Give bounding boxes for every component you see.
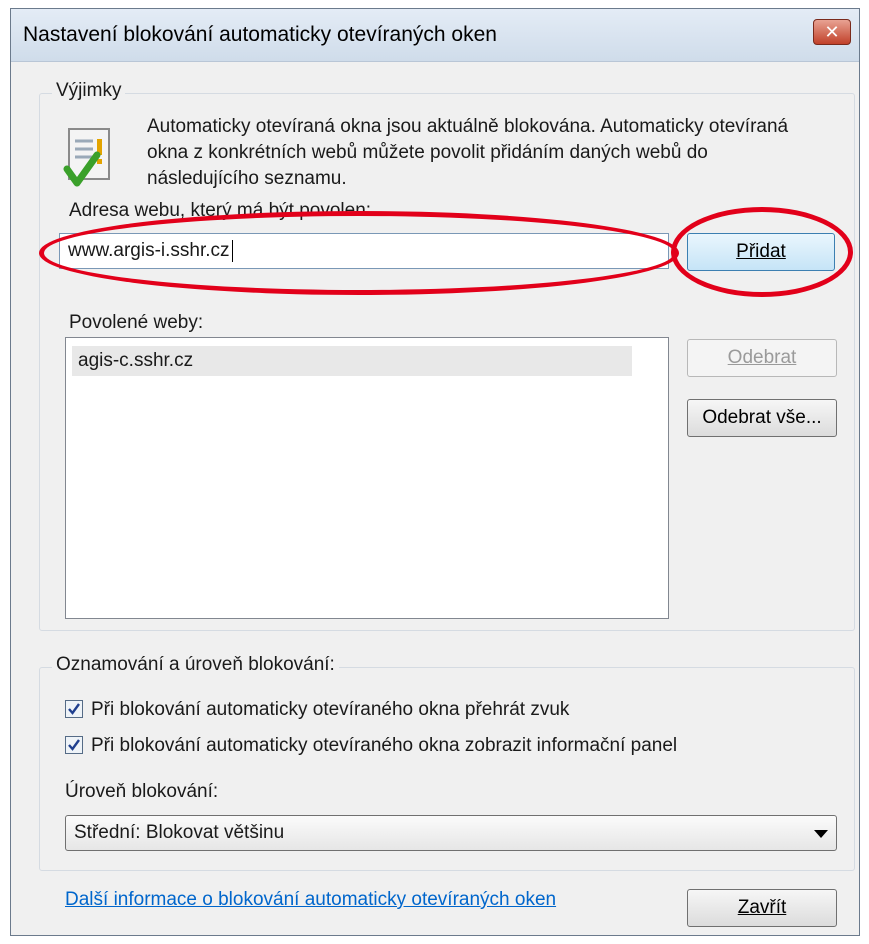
address-input[interactable]: www.argis-i.sshr.cz xyxy=(59,233,669,269)
blocking-level-value: Střední: Blokovat většinu xyxy=(74,822,285,843)
text-caret xyxy=(231,240,233,262)
dropdown-arrow-icon xyxy=(814,830,828,838)
close-dialog-button[interactable]: Zavřít xyxy=(687,889,837,927)
address-label: Adresa webu, který má být povolen: xyxy=(69,200,372,221)
close-window-button[interactable]: ✕ xyxy=(813,19,851,45)
exceptions-legend: Výjimky xyxy=(52,80,126,102)
infobar-checkbox-label: Při blokování automaticky otevíraného ok… xyxy=(91,735,678,756)
checkmark-icon xyxy=(68,739,80,751)
allowed-sites-label: Povolené weby: xyxy=(69,312,204,333)
blocking-level-select[interactable]: Střední: Blokovat většinu xyxy=(65,815,837,851)
allowed-sites-list[interactable]: agis-c.sshr.cz xyxy=(65,337,669,619)
info-text: Automaticky otevíraná okna jsou aktuálně… xyxy=(147,116,789,189)
list-item[interactable]: agis-c.sshr.cz xyxy=(72,346,632,376)
blocking-level-label: Úroveň blokování: xyxy=(65,781,219,802)
add-button-label: Přidat xyxy=(736,241,786,262)
warning-document-icon xyxy=(63,125,117,191)
sound-checkbox-row[interactable]: Při blokování automaticky otevíraného ok… xyxy=(65,699,569,721)
title-bar: Nastavení blokování automaticky otevíran… xyxy=(11,9,859,62)
sound-checkbox[interactable] xyxy=(65,700,83,718)
sound-checkbox-label: Při blokování automaticky otevíraného ok… xyxy=(91,699,570,720)
infobar-checkbox[interactable] xyxy=(65,736,83,754)
dialog-title: Nastavení blokování automaticky otevíran… xyxy=(23,23,497,46)
notifications-legend: Oznamování a úroveň blokování: xyxy=(52,654,339,676)
close-dialog-button-label: Zavřít xyxy=(737,897,787,918)
add-button[interactable]: Přidat xyxy=(687,233,835,271)
remove-all-button[interactable]: Odebrat vše... xyxy=(687,399,837,437)
address-input-value: www.argis-i.sshr.cz xyxy=(68,240,230,262)
remove-button-label: Odebrat xyxy=(727,347,797,368)
remove-button[interactable]: Odebrat xyxy=(687,339,837,377)
popup-blocker-settings-dialog: Nastavení blokování automaticky otevíran… xyxy=(10,8,860,936)
infobar-checkbox-row[interactable]: Při blokování automaticky otevíraného ok… xyxy=(65,735,677,757)
help-link[interactable]: Další informace o blokování automaticky … xyxy=(65,889,556,911)
checkmark-icon xyxy=(68,703,80,715)
remove-all-button-label: Odebrat vše... xyxy=(702,407,822,428)
